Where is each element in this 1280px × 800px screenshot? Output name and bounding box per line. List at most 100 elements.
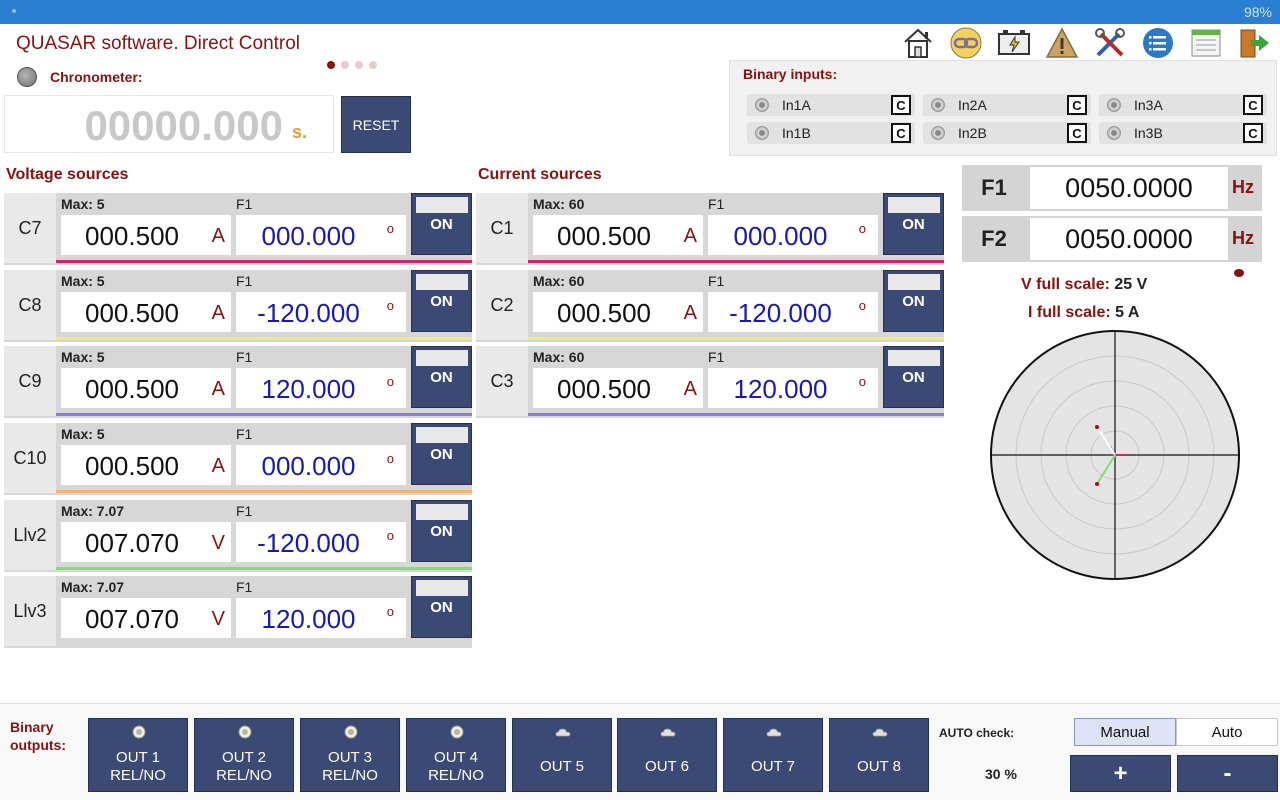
binary-input-c-button[interactable]: C (891, 95, 911, 115)
binary-input-c-button[interactable]: C (1067, 123, 1087, 143)
angle-field[interactable]: -120.000 o (236, 292, 406, 332)
mode-manual-tab[interactable]: Manual (1074, 718, 1176, 746)
current-source-row: C2 Max: 60 F1 000.500 A -120.000 o ON (476, 270, 944, 342)
tools-icon[interactable] (1092, 26, 1128, 60)
page-indicator[interactable] (327, 61, 377, 69)
binary-input-c-button[interactable]: C (1067, 95, 1087, 115)
magnitude-value: 000.500 (557, 374, 651, 404)
chronometer-unit: s. (291, 122, 307, 142)
binary-input-item[interactable]: In1A C (747, 94, 915, 116)
on-toggle-button[interactable]: ON (883, 193, 944, 255)
on-toggle-button[interactable]: ON (411, 346, 472, 408)
on-toggle-button[interactable]: ON (411, 423, 472, 485)
frequency-f1[interactable]: F1 0050.0000 Hz (962, 165, 1262, 211)
on-toggle-button[interactable]: ON (411, 500, 472, 562)
on-toggle-button[interactable]: ON (411, 576, 472, 638)
source-frequency-label: F1 (236, 503, 253, 519)
source-max: Max: 60 (533, 273, 585, 289)
angle-field[interactable]: 120.000 o (708, 368, 878, 408)
source-name: C8 (4, 270, 56, 340)
binary-output-button[interactable]: OUT 6 (617, 718, 717, 792)
angle-field[interactable]: 120.000 o (236, 598, 406, 638)
phasor-diagram[interactable] (989, 329, 1241, 581)
angle-field[interactable]: 000.000 o (708, 215, 878, 255)
degree-unit: o (386, 528, 394, 543)
increment-button[interactable]: + (1070, 755, 1171, 792)
binary-output-button[interactable]: OUT 4 REL/NO (406, 718, 506, 792)
binary-input-c-button[interactable]: C (1243, 95, 1263, 115)
decrement-button[interactable]: - (1177, 755, 1278, 792)
phase-color-line (56, 260, 472, 263)
binary-input-c-button[interactable]: C (891, 123, 911, 143)
i-full-scale[interactable]: I full scale: 5 A (1028, 304, 1139, 322)
status-bar: 98% (0, 0, 1280, 24)
source-name: C10 (4, 423, 56, 493)
magnitude-field[interactable]: 000.500 A (61, 215, 231, 255)
source-max: Max: 5 (61, 349, 105, 365)
reset-button[interactable]: RESET (341, 96, 411, 153)
input-led-icon (931, 126, 945, 140)
binary-output-button[interactable]: OUT 7 (723, 718, 823, 792)
magnitude-field[interactable]: 000.500 A (533, 292, 703, 332)
link-icon[interactable] (948, 26, 984, 60)
magnitude-value: 000.500 (557, 221, 651, 251)
magnitude-value: 007.070 (85, 528, 179, 558)
magnitude-unit: A (683, 225, 697, 247)
frequency-f2[interactable]: F2 0050.0000 Hz (962, 216, 1262, 262)
voltage-sources-title: Voltage sources (6, 166, 129, 183)
indicator-dot (1234, 269, 1244, 277)
angle-field[interactable]: 000.000 o (236, 215, 406, 255)
binary-input-item[interactable]: In1B C (747, 122, 915, 144)
magnitude-value: 000.500 (557, 298, 651, 328)
v-full-scale[interactable]: V full scale: 25 V (1021, 276, 1147, 294)
magnitude-value: 000.500 (85, 451, 179, 481)
binary-input-item[interactable]: In3A C (1099, 94, 1267, 116)
voltage-source-row: C7 Max: 5 F1 000.500 A 000.000 o ON (4, 193, 472, 265)
warning-icon[interactable] (1044, 26, 1080, 60)
binary-input-item[interactable]: In2A C (923, 94, 1091, 116)
magnitude-field[interactable]: 007.070 V (61, 522, 231, 562)
binary-output-button[interactable]: OUT 2 REL/NO (194, 718, 294, 792)
magnitude-field[interactable]: 000.500 A (533, 215, 703, 255)
binary-output-button[interactable]: OUT 3 REL/NO (300, 718, 400, 792)
list-icon[interactable] (1140, 26, 1176, 60)
on-toggle-button[interactable]: ON (411, 270, 472, 332)
frequency-label: F1 (981, 175, 1007, 200)
angle-field[interactable]: 000.000 o (236, 445, 406, 485)
exit-icon[interactable] (1236, 26, 1272, 60)
frequency-field[interactable]: 0050.0000 (1030, 167, 1228, 209)
magnitude-field[interactable]: 000.500 A (61, 445, 231, 485)
angle-value: 000.000 (261, 221, 356, 251)
magnitude-unit: A (211, 455, 225, 477)
mode-auto-tab[interactable]: Auto (1176, 718, 1278, 746)
on-toggle-button[interactable]: ON (411, 193, 472, 255)
on-toggle-button[interactable]: ON (883, 346, 944, 408)
notes-icon[interactable] (1188, 26, 1224, 60)
degree-unit: o (386, 604, 394, 619)
chronometer-value: 00000.000 (84, 102, 283, 149)
home-icon[interactable] (900, 26, 936, 60)
magnitude-value: 007.070 (85, 604, 179, 634)
binary-output-button[interactable]: OUT 5 (512, 718, 612, 792)
source-name: C2 (476, 270, 528, 340)
led-icon (238, 725, 252, 739)
binary-input-item[interactable]: In2B C (923, 122, 1091, 144)
angle-field[interactable]: 120.000 o (236, 368, 406, 408)
source-frequency-label: F1 (236, 579, 253, 595)
angle-value: 000.000 (261, 451, 356, 481)
angle-field[interactable]: -120.000 o (708, 292, 878, 332)
magnitude-field[interactable]: 000.500 A (533, 368, 703, 408)
frequency-field[interactable]: 0050.0000 (1030, 218, 1228, 260)
magnitude-field[interactable]: 000.500 A (61, 292, 231, 332)
battery-charger-icon[interactable] (996, 26, 1032, 60)
on-toggle-button[interactable]: ON (883, 270, 944, 332)
binary-input-c-button[interactable]: C (1243, 123, 1263, 143)
phase-color-line (56, 413, 472, 416)
magnitude-field[interactable]: 000.500 A (61, 368, 231, 408)
binary-input-label: In3A (1134, 97, 1163, 113)
binary-output-button[interactable]: OUT 8 (829, 718, 929, 792)
magnitude-field[interactable]: 007.070 V (61, 598, 231, 638)
binary-input-item[interactable]: In3B C (1099, 122, 1267, 144)
angle-field[interactable]: -120.000 o (236, 522, 406, 562)
binary-output-button[interactable]: OUT 1 REL/NO (88, 718, 188, 792)
